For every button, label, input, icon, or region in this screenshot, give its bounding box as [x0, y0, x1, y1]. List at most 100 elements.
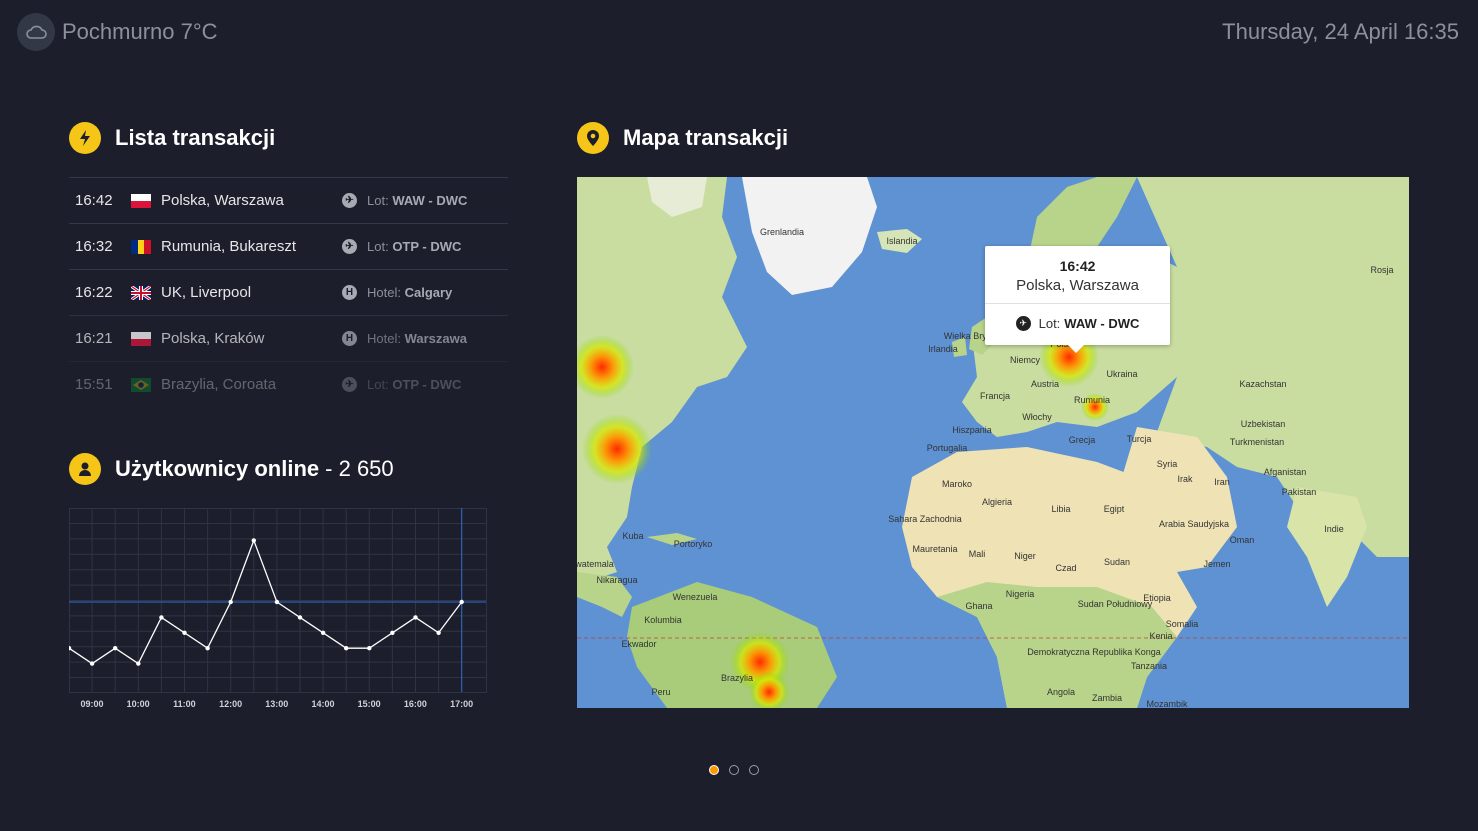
- map-popup[interactable]: 16:42 Polska, Warszawa ✈ Lot: WAW - DWC: [985, 246, 1170, 353]
- popup-type-label: Lot:: [1038, 316, 1061, 331]
- map-label: Rosja: [1370, 265, 1393, 275]
- map-label: Kolumbia: [644, 615, 682, 625]
- chart-point: [297, 615, 303, 620]
- map-label: Nigeria: [1006, 589, 1035, 599]
- map-label: Jemen: [1203, 559, 1230, 569]
- page-dot[interactable]: [749, 765, 759, 775]
- chart-x-tick: 09:00: [80, 699, 103, 709]
- transaction-time: 16:22: [75, 284, 113, 301]
- map-label: Peru: [651, 687, 670, 697]
- transaction-type-label: Hotel:: [367, 331, 401, 346]
- chart-point: [113, 646, 118, 651]
- transaction-place: Polska, Kraków: [161, 330, 265, 347]
- map-label: Nikaragua: [596, 575, 637, 585]
- chart-x-tick: 14:00: [311, 699, 334, 709]
- transaction-type-label: Hotel:: [367, 285, 401, 300]
- chart-x-tick: 10:00: [127, 699, 150, 709]
- chart-point: [390, 630, 395, 635]
- chart-x-tick: 17:00: [450, 699, 473, 709]
- transaction-type-value: Warszawa: [404, 331, 467, 346]
- transaction-row[interactable]: 16:22 UK, Liverpool H Hotel: Calgary: [69, 269, 508, 315]
- map-label: Kuba: [622, 531, 643, 541]
- map-label: Mauretania: [912, 544, 957, 554]
- top-bar: Pochmurno 7°C Thursday, 24 April 16:35: [0, 0, 1478, 66]
- map-label: Etiopia: [1143, 593, 1171, 603]
- flag-pl-icon: [131, 331, 151, 346]
- hotel-icon: H: [342, 331, 357, 346]
- chart-point: [205, 646, 210, 651]
- map-label: Indie: [1324, 524, 1344, 534]
- map-label: Czad: [1055, 563, 1076, 573]
- chart-point: [136, 661, 141, 666]
- map-label: Brazylia: [721, 673, 753, 683]
- chart-point: [89, 661, 95, 666]
- flag-ro-icon: [131, 239, 151, 254]
- map-label: Irak: [1177, 474, 1193, 484]
- transaction-row[interactable]: 16:21 Polska, Kraków H Hotel: Warszawa: [69, 315, 508, 361]
- transaction-type-value: OTP - DWC: [392, 239, 462, 254]
- map-label: Włochy: [1022, 412, 1052, 422]
- transaction-time: 16:32: [75, 238, 113, 255]
- transaction-time: 16:42: [75, 192, 113, 209]
- transaction-type-value: Calgary: [404, 285, 453, 300]
- map-label: Hiszpania: [952, 425, 992, 435]
- transaction-type-label: Lot:: [367, 239, 389, 254]
- transactions-header: Lista transakcji: [69, 122, 275, 154]
- chart-point: [159, 615, 164, 620]
- transaction-type-label: Lot:: [367, 377, 389, 392]
- map-label: Libia: [1051, 504, 1070, 514]
- user-icon: [69, 453, 101, 485]
- map-label: Islandia: [886, 236, 917, 246]
- users-chart: 0k1k2k3k4k5k09:0010:0011:0012:0013:0014:…: [66, 508, 503, 718]
- datetime: Thursday, 24 April 16:35: [1222, 19, 1459, 44]
- page-dot[interactable]: [729, 765, 739, 775]
- chart-x-tick: 16:00: [404, 699, 427, 709]
- map-pin-icon: [577, 122, 609, 154]
- map-label: Oman: [1230, 535, 1255, 545]
- map-label: Turkmenistan: [1230, 437, 1284, 447]
- map-label: Gwatemala: [577, 559, 614, 569]
- weather-text: Pochmurno 7°C: [62, 19, 218, 44]
- chart-point: [459, 599, 464, 605]
- map-label: Angola: [1047, 687, 1075, 697]
- chart-x-tick: 11:00: [173, 699, 196, 709]
- lightning-icon: [69, 122, 101, 154]
- chart-point: [320, 630, 326, 635]
- map-label: Sudan Południowy: [1078, 599, 1153, 609]
- transaction-place: Rumunia, Bukareszt: [161, 238, 297, 255]
- chart-point: [228, 599, 233, 605]
- heat-spot-usa-south: [582, 414, 652, 484]
- weather-widget: Pochmurno 7°C: [17, 13, 218, 51]
- transaction-row[interactable]: 16:32 Rumunia, Bukareszt ✈ Lot: OTP - DWC: [69, 223, 508, 269]
- page-dot[interactable]: [709, 765, 719, 775]
- map-label: Algieria: [982, 497, 1012, 507]
- users-title: Użytkownicy online: [115, 456, 320, 481]
- flag-br-icon: [131, 377, 151, 392]
- flag-uk-icon: [130, 284, 152, 301]
- transaction-row[interactable]: 16:42 Polska, Warszawa ✈ Lot: WAW - DWC: [69, 177, 508, 223]
- transaction-type-value: OTP - DWC: [392, 377, 462, 392]
- popup-divider: [985, 303, 1170, 304]
- map-label: Mali: [969, 549, 986, 559]
- transaction-type: Hotel: Warszawa: [367, 331, 467, 346]
- chart-point: [413, 615, 418, 620]
- chart-point: [182, 630, 187, 635]
- map-label: Austria: [1031, 379, 1059, 389]
- transaction-type: Lot: OTP - DWC: [367, 377, 461, 392]
- chart-point: [251, 538, 256, 543]
- map-label: Sudan: [1104, 557, 1130, 567]
- transaction-place: Brazylia, Coroata: [161, 376, 277, 393]
- map-label: Rumunia: [1074, 395, 1110, 405]
- flag-pl-icon: [131, 193, 151, 208]
- chart-point: [436, 630, 441, 635]
- map-label: Grenlandia: [760, 227, 804, 237]
- plane-icon: ✈: [342, 239, 357, 254]
- map-label: Mozambik: [1146, 699, 1188, 708]
- transaction-time: 15:51: [75, 376, 113, 393]
- map-label: Portugalia: [927, 443, 968, 453]
- transaction-row[interactable]: 15:51 Brazylia, Coroata ✈ Lot: OTP - DWC: [69, 361, 508, 407]
- map-label: Zambia: [1092, 693, 1122, 703]
- map-label: Iran: [1214, 477, 1230, 487]
- map-label: Demokratyczna Republika Konga: [1027, 647, 1161, 657]
- transaction-place: UK, Liverpool: [161, 284, 252, 301]
